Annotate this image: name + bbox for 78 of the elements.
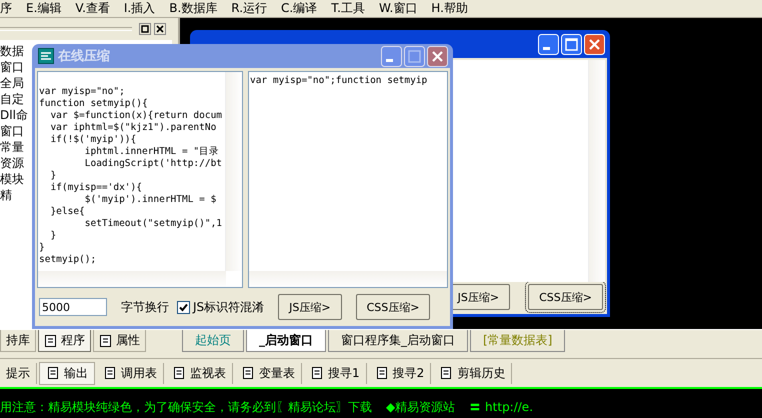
output-tab[interactable]: 输出: [39, 362, 95, 384]
maximize-icon[interactable]: [139, 23, 151, 35]
output-tab[interactable]: 搜寻1: [304, 362, 367, 384]
code-line: }else{: [49, 206, 85, 218]
line-bytes-field[interactable]: 5000: [39, 298, 107, 316]
code-line: }: [39, 242, 45, 254]
panel-tab[interactable]: 属性: [93, 330, 146, 352]
css-compress-button[interactable]: CSS压缩>: [356, 294, 430, 320]
menu-item[interactable]: I.插入: [124, 0, 156, 17]
panel-icon: [103, 366, 117, 380]
panel-icon: [310, 366, 324, 380]
tree-item[interactable]: 数据: [0, 43, 24, 59]
vertical-scrollbar[interactable]: [588, 60, 605, 282]
menu-item[interactable]: B.数据库: [169, 0, 218, 17]
source-code-area[interactable]: [37, 71, 243, 288]
tree-item[interactable]: 自定: [0, 91, 24, 107]
output-tab[interactable]: 监视表: [166, 362, 233, 384]
code-line: LoadingScript('http://bt: [84, 158, 222, 170]
menu-item[interactable]: V.查看: [75, 0, 110, 17]
obfuscate-checkbox[interactable]: JS标识符混淆: [177, 298, 264, 316]
document-icon: [44, 334, 58, 348]
window-title: 在线压缩: [58, 48, 110, 65]
js-compress-button[interactable]: JS压缩>: [278, 294, 342, 320]
horizontal-scrollbar[interactable]: [248, 271, 447, 287]
code-line: $('myip').innerHTML = $: [84, 194, 216, 206]
url-link[interactable]: 〓 http://e.: [469, 399, 534, 416]
panel-icon: [241, 366, 255, 380]
output-tab[interactable]: 剪辑历史: [433, 362, 512, 384]
code-line: function setmyip(){: [39, 98, 148, 110]
menu-item[interactable]: T.工具: [331, 0, 365, 17]
panel-tab[interactable]: 持库: [0, 330, 36, 352]
code-line: setmyip();: [39, 254, 96, 266]
code-line: iphtml.innerHTML = "目录: [84, 146, 220, 158]
horizontal-scrollbar[interactable]: [38, 271, 226, 287]
close-icon[interactable]: [154, 23, 166, 35]
panel-icon: [374, 366, 389, 380]
code-line: }: [49, 170, 56, 182]
output-tab[interactable]: 变量表: [235, 362, 302, 384]
code-line: if(!$('myip')){: [49, 134, 136, 146]
tree-item[interactable]: Dll命: [0, 107, 28, 123]
menu-item[interactable]: E.编辑: [26, 0, 62, 17]
code-line: var $=function(x){return docum: [49, 110, 222, 122]
notice-text: 用注意：精易模块纯绿色，为了确保安全，请务必到〖精易论坛〗下载: [0, 399, 372, 416]
panel-icon: [439, 366, 454, 380]
document-tab[interactable]: 起始页: [182, 330, 244, 352]
app-icon: [38, 48, 54, 64]
menu-item[interactable]: W.窗口: [378, 0, 418, 17]
tree-item[interactable]: 精: [0, 187, 12, 203]
menu-item[interactable]: C.编译: [281, 0, 318, 17]
code-line: var myisp="no";: [39, 86, 125, 98]
panel-tab[interactable]: 程序: [38, 330, 91, 352]
panel-icon: [172, 366, 186, 380]
output-tab[interactable]: 搜寻2: [368, 362, 432, 384]
code-line: var myisp="no";function setmyip: [250, 75, 428, 87]
output-text-area[interactable]: var myisp="no";function setmyip: [248, 71, 448, 288]
code-line: setTimeout("setmyip()",1: [84, 218, 222, 230]
tree-item[interactable]: 全局: [0, 75, 24, 91]
tree-item[interactable]: 窗口: [0, 123, 24, 139]
code-line: var iphtml=$("kjz1").parentNo: [49, 122, 216, 134]
css-compress-button[interactable]: CSS压缩>: [528, 284, 603, 310]
vertical-scrollbar[interactable]: [224, 72, 242, 271]
site-link[interactable]: ◆精易资源站: [386, 399, 456, 416]
menu-item[interactable]: R.运行: [231, 0, 268, 17]
output-tab[interactable]: 提示: [0, 362, 37, 384]
code-line: if(myisp=='dx'){: [49, 182, 142, 194]
menu-item[interactable]: H.帮助: [431, 0, 468, 17]
panel-icon: [46, 366, 60, 380]
code-line: }: [49, 230, 56, 242]
menu-item[interactable]: 序: [0, 0, 12, 17]
tree-item[interactable]: 资源: [0, 155, 24, 171]
line-bytes-label: 字节换行: [121, 298, 169, 316]
document-tab[interactable]: 窗口程序集_启动窗口: [328, 330, 468, 352]
document-tab[interactable]: _启动窗口: [246, 330, 326, 352]
document-icon: [99, 334, 113, 348]
tree-item[interactable]: 窗口: [0, 59, 24, 75]
output-tab[interactable]: 调用表: [97, 362, 164, 384]
tree-item[interactable]: 常量: [0, 139, 24, 155]
tree-item[interactable]: 模块: [0, 171, 24, 187]
